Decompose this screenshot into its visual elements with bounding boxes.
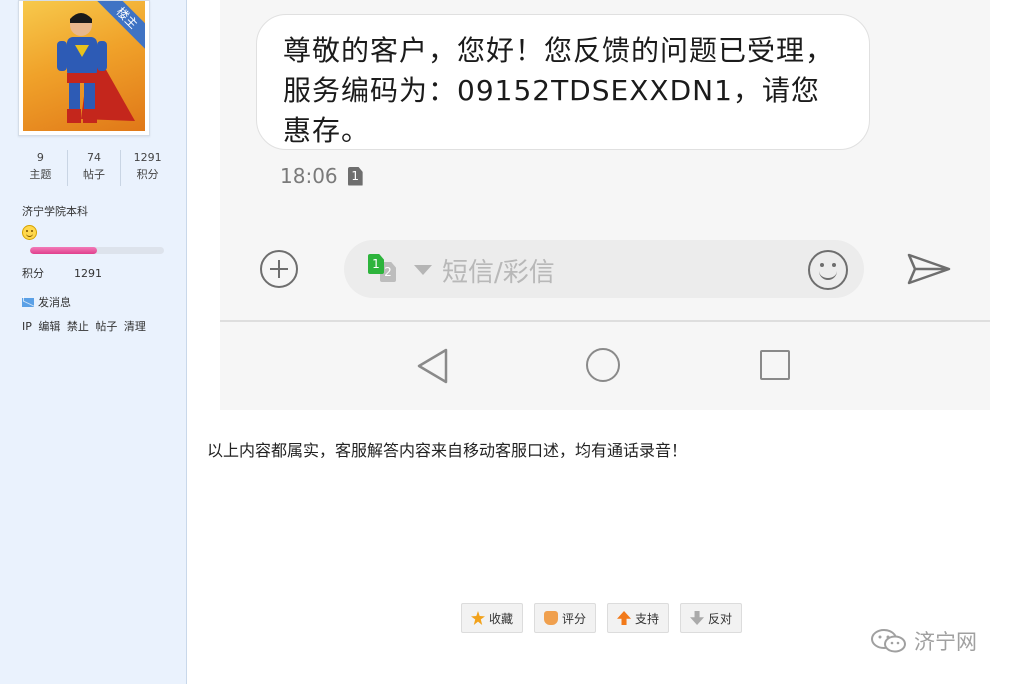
level-progress-bar — [30, 247, 164, 254]
favorite-label: 收藏 — [489, 611, 514, 626]
points-label: 积分 — [22, 267, 44, 280]
send-message-label: 发消息 — [38, 296, 71, 309]
sms-input-placeholder: 短信/彩信 — [442, 258, 555, 288]
watermark: 济宁网 — [870, 626, 977, 656]
support-label: 支持 — [635, 611, 660, 626]
stat-posts-value: 74 — [87, 151, 101, 164]
support-button[interactable]: 支持 — [607, 603, 670, 633]
rate-button[interactable]: 评分 — [534, 603, 597, 633]
envelope-icon — [22, 297, 34, 307]
admin-link-clean[interactable]: 清理 — [124, 320, 146, 333]
sim-dropdown-icon[interactable] — [414, 265, 432, 275]
stat-points-value: 1291 — [133, 151, 162, 164]
oppose-button[interactable]: 反对 — [680, 603, 743, 633]
watermark-text: 济宁网 — [914, 630, 977, 654]
admin-link-edit[interactable]: 编辑 — [38, 320, 60, 333]
level-progress-fill — [30, 247, 97, 254]
admin-link-ban[interactable]: 禁止 — [67, 320, 89, 333]
nav-divider — [220, 320, 990, 322]
recent-apps-icon[interactable] — [760, 350, 790, 380]
user-group-label[interactable]: 济宁学院本科 — [22, 203, 88, 219]
arrow-up-icon — [617, 611, 632, 625]
home-icon[interactable] — [586, 348, 620, 382]
send-icon[interactable] — [906, 252, 952, 286]
stat-posts-label: 帖子 — [83, 168, 105, 181]
post-actions: 收藏 评分 支持 反对 — [461, 603, 753, 633]
emoji-icon[interactable] — [808, 250, 848, 290]
favorite-button[interactable]: 收藏 — [461, 603, 524, 633]
thumb-icon — [544, 611, 559, 625]
arrow-down-icon — [690, 611, 705, 625]
sim-card-icon: 1 — [347, 166, 363, 186]
send-message-link[interactable]: 发消息 — [22, 294, 71, 310]
sim-one-icon: 1 — [368, 254, 384, 274]
sms-time-row: 18:06 1 — [280, 164, 363, 188]
post-body-text: 以上内容都属实，客服解答内容来自移动客服口述，均有通话录音！ — [207, 441, 688, 460]
admin-link-ip[interactable]: IP — [22, 320, 32, 333]
smiley-icon — [22, 225, 37, 240]
star-icon — [471, 611, 485, 625]
rate-label: 评分 — [562, 611, 587, 626]
wechat-icon — [871, 629, 906, 653]
sms-timestamp: 18:06 — [280, 164, 338, 188]
stat-posts[interactable]: 74 帖子 — [68, 150, 122, 186]
points-row: 积分 1291 — [22, 265, 102, 281]
back-icon[interactable] — [416, 348, 450, 384]
admin-link-posts[interactable]: 帖子 — [95, 320, 117, 333]
stat-points[interactable]: 1291 积分 — [121, 150, 174, 186]
stat-topics-label: 主题 — [29, 168, 52, 181]
sms-message-bubble: 尊敬的客户，您好！您反馈的问题已受理，服务编码为：09152TDSEXXDN1，… — [256, 14, 870, 150]
stat-points-label: 积分 — [136, 168, 159, 181]
admin-links: IP 编辑 禁止 帖子 清理 — [22, 318, 149, 334]
oppose-label: 反对 — [708, 611, 733, 626]
stat-topics[interactable]: 9 主题 — [14, 150, 68, 186]
sms-screenshot: 尊敬的客户，您好！您反馈的问题已受理，服务编码为：09152TDSEXXDN1，… — [220, 0, 990, 410]
sms-input-field[interactable]: 2 1 短信/彩信 — [344, 240, 864, 298]
stat-topics-value: 9 — [36, 151, 44, 164]
user-sidebar: 楼主 9 主题 74 帖子 1291 积分 济宁学院本科 积分 1291 发消息 … — [0, 0, 187, 684]
user-stats: 9 主题 74 帖子 1291 积分 — [14, 150, 174, 186]
avatar[interactable]: 楼主 — [23, 1, 145, 131]
points-value: 1291 — [74, 267, 102, 280]
add-attachment-icon[interactable] — [260, 250, 298, 288]
avatar-frame[interactable]: 楼主 — [18, 0, 150, 136]
